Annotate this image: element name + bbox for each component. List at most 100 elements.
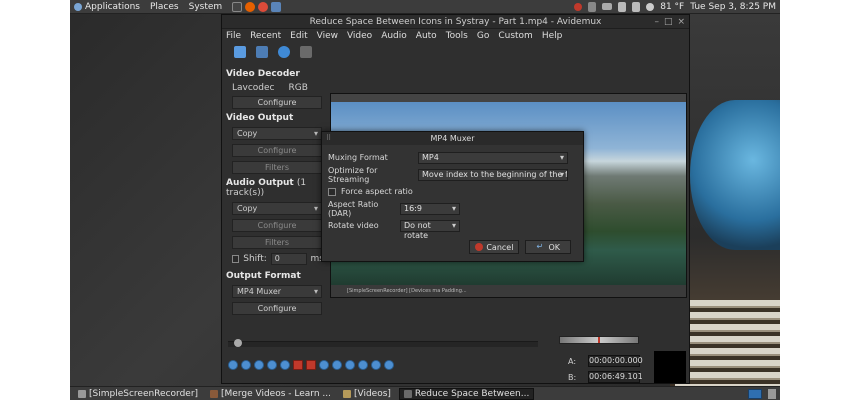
- taskbar-item-avidemux[interactable]: Reduce Space Between...: [398, 387, 535, 400]
- next-frame-icon[interactable]: [280, 360, 290, 370]
- open-file-icon[interactable]: [234, 46, 246, 58]
- mail-icon[interactable]: [602, 3, 613, 10]
- marker-a-label: A:: [568, 357, 577, 366]
- menu-recent[interactable]: Recent: [250, 31, 281, 41]
- terminal-icon[interactable]: [232, 1, 243, 12]
- forward-icon[interactable]: [254, 360, 264, 370]
- firefox-icon[interactable]: [245, 1, 256, 12]
- globe-image: [690, 100, 780, 250]
- workspace-switcher-icon[interactable]: [748, 388, 762, 399]
- maximize-icon[interactable]: □: [664, 17, 673, 27]
- shift-checkbox[interactable]: [232, 255, 240, 263]
- prev-frame-icon[interactable]: [267, 360, 277, 370]
- ok-arrow-icon: ↵: [536, 242, 544, 251]
- marker-b-label: B:: [568, 373, 577, 382]
- timeline-handle[interactable]: [234, 339, 242, 347]
- dialog-title: MP4 Muxer: [430, 134, 475, 143]
- next-black-icon[interactable]: [384, 360, 394, 370]
- taskbar-item-videos[interactable]: [Videos]: [339, 388, 395, 400]
- rewind-icon[interactable]: [241, 360, 251, 370]
- decoder-configure-button[interactable]: Configure: [232, 96, 322, 109]
- chrome-icon[interactable]: [258, 1, 269, 12]
- video-output-select[interactable]: Copy: [232, 127, 322, 140]
- menu-tools[interactable]: Tools: [446, 31, 468, 41]
- audio-filters-button[interactable]: Filters: [232, 236, 322, 249]
- goto-end-icon[interactable]: [358, 360, 368, 370]
- minimize-icon[interactable]: –: [654, 17, 659, 27]
- filter-icon[interactable]: [300, 46, 312, 58]
- applications-menu[interactable]: Applications: [74, 2, 140, 12]
- menu-view[interactable]: View: [317, 31, 338, 41]
- browser-task-icon: [210, 389, 219, 398]
- muxing-format-select[interactable]: MP4: [418, 151, 568, 164]
- record-icon[interactable]: [574, 2, 583, 11]
- window-title: Reduce Space Between Icons in Systray - …: [309, 16, 602, 27]
- dialog-menu-icon[interactable]: ⠿: [326, 132, 331, 145]
- marker-a-time[interactable]: 00:00:00.000: [588, 355, 643, 367]
- cancel-icon: [475, 243, 484, 251]
- prev-keyframe-icon[interactable]: [319, 360, 329, 370]
- volume-icon[interactable]: [632, 1, 641, 12]
- aspect-ratio-select[interactable]: 16:9: [400, 202, 460, 215]
- taskbar-item-screenrecorder[interactable]: [SimpleScreenRecorder]: [74, 388, 202, 400]
- menu-auto[interactable]: Auto: [416, 31, 437, 41]
- menu-custom[interactable]: Custom: [498, 31, 532, 41]
- close-icon[interactable]: ×: [677, 17, 685, 27]
- menu-audio[interactable]: Audio: [381, 31, 407, 41]
- output-format-title: Output Format: [226, 271, 301, 281]
- preview-embedded-panel: [331, 94, 686, 102]
- audio-output-title: Audio Output (1 track(s)): [226, 178, 307, 198]
- show-desktop-icon: [78, 389, 86, 398]
- menu-help[interactable]: Help: [542, 31, 563, 41]
- decoder-name: Lavcodec: [232, 83, 275, 93]
- shift-label: Shift:: [243, 254, 267, 264]
- network-icon[interactable]: [618, 1, 627, 12]
- output-configure-button[interactable]: Configure: [232, 302, 322, 315]
- set-marker-b-icon[interactable]: [306, 360, 316, 370]
- menu-edit[interactable]: Edit: [290, 31, 307, 41]
- menu-video[interactable]: Video: [347, 31, 372, 41]
- video-configure-button[interactable]: Configure: [232, 144, 322, 157]
- menu-file[interactable]: File: [226, 31, 241, 41]
- mp4-muxer-dialog: ⠿ MP4 Muxer Muxing Format MP4 Optimize f…: [321, 131, 584, 262]
- folder-task-icon: [342, 389, 351, 398]
- system-menu[interactable]: System: [189, 2, 223, 12]
- set-marker-a-icon[interactable]: [293, 360, 303, 370]
- launcher-icon[interactable]: [271, 1, 282, 12]
- video-filters-button[interactable]: Filters: [232, 161, 322, 174]
- temperature-label: 81 °F: [660, 1, 685, 12]
- prev-black-icon[interactable]: [371, 360, 381, 370]
- audio-output-select[interactable]: Copy: [232, 202, 322, 215]
- avidemux-task-icon: [403, 389, 412, 398]
- left-panel: Video Decoder Lavcodec RGB Configure Vid…: [224, 65, 324, 319]
- window-titlebar[interactable]: Reduce Space Between Icons in Systray - …: [222, 15, 689, 29]
- clock-label[interactable]: Tue Sep 3, 8:25 PM: [690, 2, 776, 12]
- info-icon[interactable]: [278, 46, 290, 58]
- playback-controls: [228, 360, 394, 370]
- video-output-title: Video Output: [226, 113, 294, 123]
- trash-icon[interactable]: [768, 388, 776, 399]
- output-format-select[interactable]: MP4 Muxer: [232, 285, 322, 298]
- video-decoder-title: Video Decoder: [226, 69, 300, 79]
- timeline-slider[interactable]: [228, 339, 538, 347]
- optimize-streaming-select[interactable]: Move index to the beginning of the file: [418, 168, 568, 181]
- marker-b-time[interactable]: 00:06:49.101: [588, 371, 643, 383]
- save-icon[interactable]: [256, 46, 268, 58]
- cancel-button[interactable]: Cancel: [469, 240, 520, 254]
- audio-configure-button[interactable]: Configure: [232, 219, 322, 232]
- bottom-taskbar: [SimpleScreenRecorder] [Merge Videos - L…: [70, 386, 780, 400]
- force-aspect-checkbox[interactable]: [328, 187, 336, 196]
- goto-start-icon[interactable]: [345, 360, 355, 370]
- ok-button[interactable]: ↵ OK: [525, 240, 571, 254]
- clipboard-icon[interactable]: [588, 1, 597, 12]
- menu-go[interactable]: Go: [477, 31, 489, 41]
- taskbar-item-merge-videos[interactable]: [Merge Videos - Learn ...: [206, 388, 335, 400]
- weather-icon: [646, 2, 655, 11]
- play-icon[interactable]: [228, 360, 238, 370]
- volume-slider[interactable]: [559, 336, 639, 344]
- next-keyframe-icon[interactable]: [332, 360, 342, 370]
- dialog-titlebar[interactable]: ⠿ MP4 Muxer: [322, 132, 583, 145]
- rotate-video-select[interactable]: Do not rotate: [400, 219, 460, 240]
- shift-input[interactable]: 0: [270, 253, 307, 265]
- places-menu[interactable]: Places: [150, 2, 179, 12]
